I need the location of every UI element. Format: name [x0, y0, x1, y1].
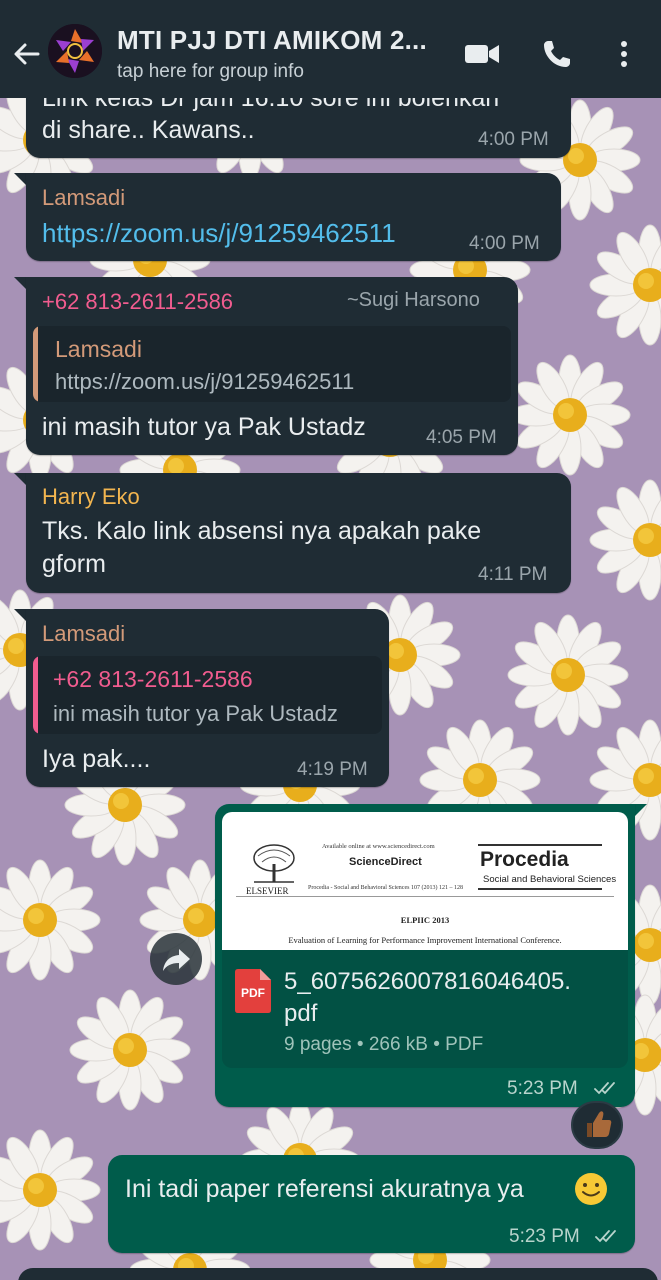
- more-options-icon[interactable]: [606, 36, 642, 72]
- file-name: pdf: [284, 1000, 318, 1027]
- reaction-badge[interactable]: [571, 1101, 623, 1149]
- document-message-bubble[interactable]: ELSEVIER Available online at www.science…: [215, 804, 635, 1107]
- sender-name[interactable]: Lamsadi: [42, 621, 125, 647]
- quote-text: ini masih tutor ya Pak Ustadz: [53, 701, 338, 726]
- doc-divider: [236, 896, 614, 897]
- doc-conf: ELPIIC 2013: [400, 915, 450, 925]
- chat-header: MTI PJJ DTI AMIKOM 2... tap here for gro…: [0, 0, 661, 98]
- message-bubble[interactable]: +62 813-2611-2586 ~Sugi Harsono Lamsadi …: [26, 277, 518, 455]
- message-bubble[interactable]: Harry Eko Tks. Kalo link absensi nya apa…: [26, 473, 571, 593]
- message-list[interactable]: Link kelas Dr jam 16.10 sore ini bolehka…: [0, 0, 661, 1280]
- message-time: 4:00 PM: [469, 233, 540, 254]
- message-text: gform: [42, 550, 106, 578]
- video-call-icon[interactable]: [462, 36, 502, 72]
- read-receipt-icon: [594, 1082, 615, 1095]
- next-message-edge: [18, 1268, 658, 1280]
- sender-name[interactable]: Harry Eko: [42, 484, 140, 510]
- message-text: Ini tadi paper referensi akuratnya ya: [125, 1175, 524, 1203]
- sender-name[interactable]: +62 813-2611-2586: [42, 289, 233, 315]
- doc-available-online: Available online at www.sciencedirect.co…: [322, 843, 435, 850]
- forward-button[interactable]: [150, 933, 202, 985]
- group-avatar[interactable]: [48, 24, 102, 78]
- quote-sender: +62 813-2611-2586: [53, 666, 253, 692]
- sender-alias: ~Sugi Harsono: [347, 289, 480, 311]
- message-time: 4:11 PM: [478, 564, 548, 585]
- quote-text: https://zoom.us/j/91259462511: [55, 369, 355, 394]
- thumbs-up-emoji-icon: [587, 1111, 612, 1137]
- message-text: Iya pak....: [42, 745, 151, 773]
- group-title[interactable]: MTI PJJ DTI AMIKOM 2...: [117, 25, 427, 56]
- quote-bar: [33, 656, 38, 734]
- elsevier-tree-logo: [253, 844, 295, 883]
- message-bubble[interactable]: Lamsadi +62 813-2611-2586 ini masih tuto…: [26, 609, 389, 787]
- message-text: ini masih tutor ya Pak Ustadz: [42, 413, 366, 441]
- message-time: 5:23 PM: [509, 1226, 580, 1247]
- doc-publisher: ELSEVIER: [246, 886, 289, 896]
- quoted-message[interactable]: +62 813-2611-2586 ini masih tutor ya Pak…: [33, 656, 382, 734]
- group-info-subtitle[interactable]: tap here for group info: [117, 61, 304, 83]
- message-time: 5:23 PM: [507, 1078, 578, 1099]
- message-link[interactable]: https://zoom.us/j/91259462511: [42, 217, 396, 250]
- message-bubble[interactable]: Lamsadi https://zoom.us/j/91259462511 4:…: [26, 173, 561, 261]
- doc-brand: ScienceDirect: [349, 856, 422, 868]
- back-arrow-icon[interactable]: [8, 36, 44, 72]
- pdf-icon-label: PDF: [241, 986, 265, 1000]
- doc-citation: Procedia - Social and Behavioral Science…: [308, 885, 463, 891]
- read-receipt-icon: [595, 1230, 616, 1243]
- message-time: 4:00 PM: [478, 129, 549, 150]
- doc-conf-full: Evaluation of Learning for Performance I…: [288, 935, 562, 945]
- doc-rule: [478, 844, 602, 846]
- doc-journal-sub: Social and Behavioral Sciences: [483, 874, 617, 885]
- sender-name[interactable]: Lamsadi: [42, 185, 125, 211]
- message-time: 4:05 PM: [426, 427, 497, 448]
- document-info[interactable]: PDF 5_6075626007816046405. pdf 9 pages •…: [222, 950, 628, 1068]
- voice-call-icon[interactable]: [538, 36, 578, 72]
- quoted-message[interactable]: Lamsadi https://zoom.us/j/91259462511: [33, 326, 511, 402]
- file-name: 5_6075626007816046405.: [284, 968, 571, 995]
- message-time: 4:19 PM: [297, 759, 368, 780]
- message-text: Tks. Kalo link absensi nya apakah pake: [42, 517, 482, 545]
- quote-bar: [33, 326, 38, 402]
- quote-sender: Lamsadi: [55, 336, 142, 362]
- doc-rule: [478, 888, 602, 890]
- file-meta: 9 pages • 266 kB • PDF: [284, 1034, 484, 1055]
- doc-journal: Procedia: [480, 848, 569, 871]
- message-bubble[interactable]: Ini tadi paper referensi akuratnya ya 5:…: [108, 1155, 635, 1253]
- document-preview[interactable]: ELSEVIER Available online at www.science…: [222, 812, 628, 950]
- pdf-file-icon: PDF: [235, 969, 271, 1013]
- message-text: di share.. Kawans..: [42, 116, 255, 144]
- slightly-smiling-face-emoji-icon: [575, 1173, 607, 1205]
